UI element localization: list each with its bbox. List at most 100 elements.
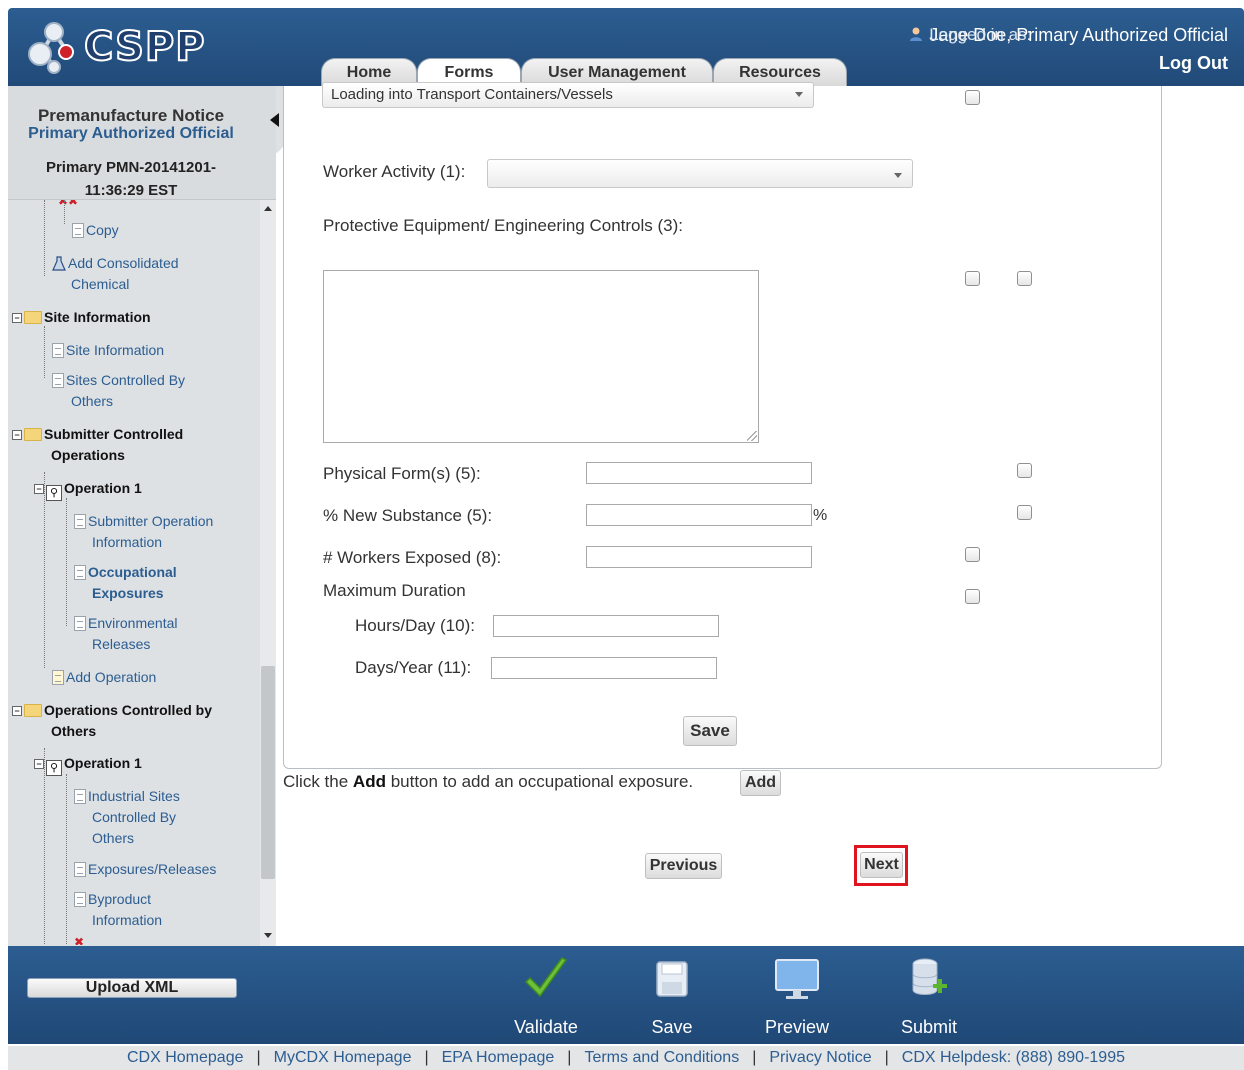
save-label: Save [651, 1017, 693, 1037]
tree-item-submitter-operation-information[interactable]: Submitter Operation [74, 511, 213, 532]
login-info: Logged in as: Jane Doe, Primary Authoriz… [908, 25, 1228, 46]
checkbox-protective-1[interactable] [965, 271, 980, 286]
add-document-icon [52, 670, 64, 685]
resize-grip-icon[interactable] [747, 431, 757, 441]
link-privacy-notice[interactable]: Privacy Notice [769, 1049, 871, 1066]
tree-item-industrial-sites-controlled-by-others[interactable]: Industrial Sites [74, 786, 180, 807]
tree-folder-submitter-controlled-operations-line2[interactable]: Operations [51, 445, 125, 466]
tree-item-occupational-exposures[interactable]: Occupational [74, 562, 177, 583]
document-icon [74, 616, 86, 631]
footer-links: CDX Homepage | MyCDX Homepage | EPA Homepage… [8, 1046, 1244, 1070]
sidebar: Premanufacture Notice Primary Authorized… [8, 86, 276, 946]
next-button[interactable]: Next [860, 852, 903, 878]
worker-activity-select[interactable] [487, 159, 913, 188]
top-select[interactable]: Loading into Transport Containers/Vessel… [322, 82, 814, 108]
user-icon [910, 27, 923, 41]
upload-xml-button[interactable]: Upload XML [27, 978, 237, 998]
submit-action[interactable]: Submit [884, 956, 974, 1038]
cspp-logo[interactable]: CSPP [24, 16, 214, 76]
document-icon [74, 892, 86, 907]
save-action[interactable]: Save [627, 956, 717, 1038]
validate-label: Validate [514, 1017, 578, 1037]
tree-item-operation-1-others[interactable]: − ⚲ Operation 1 [34, 753, 142, 776]
tree-item-site-information[interactable]: Site Information [52, 340, 164, 361]
scrollbar-thumb[interactable] [261, 666, 275, 879]
tree-item-exposures-releases[interactable]: Exposures/Releases [74, 859, 216, 880]
collapse-icon[interactable]: − [34, 484, 44, 494]
previous-button[interactable]: Previous [645, 853, 722, 879]
tree-item-industrial-sites-line3[interactable]: Others [92, 828, 134, 849]
delete-icon[interactable]: ✖ [74, 935, 84, 945]
login-label: Logged in as: [929, 25, 1032, 44]
workers-exposed-input[interactable] [586, 546, 812, 568]
link-cdx-homepage[interactable]: CDX Homepage [127, 1049, 244, 1066]
tree-item-industrial-sites-line2[interactable]: Controlled By [92, 807, 176, 828]
sidebar-title: Premanufacture Notice [37, 106, 225, 125]
collapse-icon[interactable]: − [12, 430, 22, 440]
collapse-sidebar-icon[interactable] [270, 113, 279, 127]
document-icon [74, 862, 86, 877]
validate-action[interactable]: Validate [501, 956, 591, 1038]
link-mycdx-homepage[interactable]: MyCDX Homepage [274, 1049, 412, 1066]
flask-icon [52, 256, 66, 271]
tree-item-byproduct-information-line2[interactable]: Information [92, 910, 162, 931]
scroll-up-arrow-icon[interactable] [264, 206, 272, 211]
tree-item-environmental-releases-line2[interactable]: Releases [92, 634, 150, 655]
hours-day-input[interactable] [493, 615, 719, 637]
tree-item-submitter-operation-information-line2[interactable]: Information [92, 532, 162, 553]
tree-item-add-operation[interactable]: Add Operation [52, 667, 156, 688]
tree-item-copy[interactable]: Copy [72, 220, 119, 241]
link-terms-and-conditions[interactable]: Terms and Conditions [584, 1049, 739, 1066]
link-epa-homepage[interactable]: EPA Homepage [442, 1049, 555, 1066]
document-icon [72, 223, 84, 238]
tree-item-byproduct-information[interactable]: Byproduct [74, 889, 151, 910]
add-instruction-bold: Add [352, 772, 386, 791]
tree-folder-operations-controlled-by-others[interactable]: − Operations Controlled by [12, 700, 212, 721]
sidebar-scrollbar[interactable] [260, 200, 276, 946]
tree-item-add-consolidated-chemical[interactable]: Add Consolidated [52, 253, 179, 274]
link-cdx-helpdesk[interactable]: CDX Helpdesk: (888) 890-1995 [902, 1049, 1125, 1066]
collapse-icon[interactable]: − [12, 313, 22, 323]
days-year-label: Days/Year (11): [355, 658, 472, 677]
checkbox-maximum-duration[interactable] [965, 589, 980, 604]
tree-item-add-consolidated-chemical-line2[interactable]: Chemical [71, 274, 129, 295]
checkbox-workers-exposed[interactable] [965, 547, 980, 562]
delete-icon[interactable]: ✖✖ [58, 200, 78, 208]
protective-equipment-textarea[interactable] [323, 270, 759, 443]
sidebar-header: Premanufacture Notice Primary Authorized… [8, 86, 276, 200]
add-button[interactable]: Add [740, 770, 781, 796]
checkbox-physical-form[interactable] [1017, 463, 1032, 478]
header: CSPP Logged in as: Jane Doe, Primary Aut… [8, 8, 1244, 88]
tree-folder-site-information[interactable]: − Site Information [12, 307, 151, 328]
document-icon [74, 789, 86, 804]
tree-folder-submitter-controlled-operations[interactable]: − Submitter Controlled [12, 424, 183, 445]
chevron-down-icon [795, 92, 803, 97]
new-substance-input[interactable] [586, 504, 812, 526]
tree-item-environmental-releases[interactable]: Environmental [74, 613, 178, 634]
document-icon [74, 565, 86, 580]
collapse-icon[interactable]: − [34, 759, 44, 769]
navigation-tree: ✖✖ Copy Add Consolidated Chemical − Site … [8, 200, 258, 945]
floppy-disk-icon [656, 961, 688, 997]
logout-link[interactable]: Log Out [1159, 53, 1228, 74]
tree-item-sites-controlled-by-others[interactable]: Sites Controlled By [52, 370, 185, 391]
scroll-down-arrow-icon[interactable] [264, 933, 272, 938]
sidebar-role: Primary Authorized Official [28, 125, 234, 142]
checkbox-new-substance[interactable] [1017, 505, 1032, 520]
checkbox-top[interactable] [965, 90, 980, 105]
days-year-input[interactable] [491, 657, 717, 679]
submit-label: Submit [900, 1017, 958, 1037]
preview-action[interactable]: Preview [752, 956, 842, 1038]
physical-form-input[interactable] [586, 462, 812, 484]
save-button[interactable]: Save [683, 716, 737, 746]
collapse-icon[interactable]: − [12, 706, 22, 716]
add-exposure-instruction: Click the Add button to add an occupatio… [283, 772, 693, 792]
add-instruction-prefix: Click the [283, 772, 349, 791]
tree-item-occupational-exposures-line2[interactable]: Exposures [92, 583, 164, 604]
tree-folder-operations-controlled-by-others-line2[interactable]: Others [51, 721, 96, 742]
maximum-duration-label: Maximum Duration [323, 581, 466, 600]
top-select-value: Loading into Transport Containers/Vessel… [331, 86, 613, 103]
tree-item-operation-1[interactable]: − ⚲ Operation 1 [34, 478, 142, 501]
tree-item-sites-controlled-by-others-line2[interactable]: Others [71, 391, 113, 412]
checkbox-protective-2[interactable] [1017, 271, 1032, 286]
